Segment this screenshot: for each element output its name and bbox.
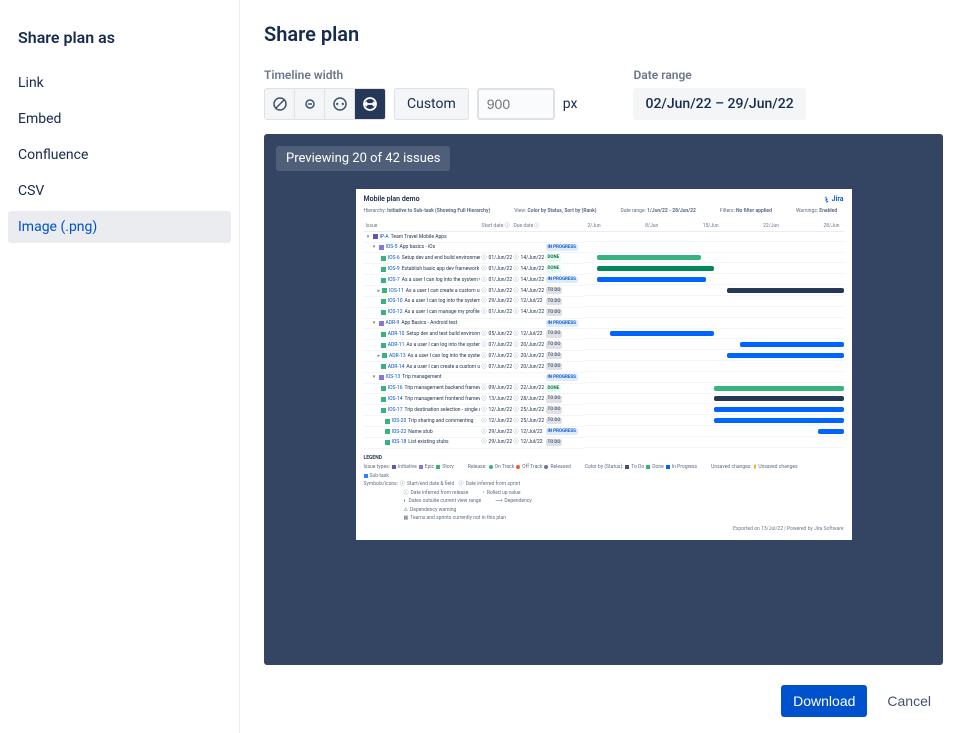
preview-row-summary: IOS-6 Setup dev and end build environmen… [364,253,480,264]
preview-row-summary: ▾ADR-9 App Basics - Android test [364,319,480,330]
preview-row-summary: IOS-14 Trip management frontend framewor… [364,394,480,405]
preview-count-badge: Previewing 20 of 42 issues [276,146,450,171]
timeline-width-group: Timeline width [264,68,577,120]
page-title: Share plan [264,22,943,46]
sidebar-item-embed[interactable]: Embed [8,103,231,135]
sidebar-item-confluence[interactable]: Confluence [8,139,231,171]
width-auto-icon[interactable] [265,89,295,119]
width-large-icon[interactable] [355,89,385,119]
date-range-group: Date range 02/Jun/22 – 29/Jun/22 [633,68,805,120]
preview-image: Mobile plan demo Jira Hierarchy: Initiat… [356,189,852,540]
preview-footer: Exported on 13/Jul/22 | Powered by Jira … [364,526,844,533]
col-timeline: 2/Jun8/Jun15/Jun22/Jun28/Jun [584,221,844,233]
timeline-width-label: Timeline width [264,68,577,82]
preview-row-summary: IOS-20 Trip sharing and commenting [364,416,480,427]
preview-row-summary: ▾IOS-5 App basics - iOs [364,243,480,254]
px-label: px [563,96,578,112]
jira-logo: Jira [823,195,844,204]
preview-row-summary: IOS-10 As a user I can log into the syst… [364,297,480,308]
col-end: Due date ⓘ [512,221,544,233]
preview-row-summary: IOS-17 Trip destination selection - sing… [364,405,480,416]
download-button[interactable]: Download [781,685,867,717]
preview-panel: Previewing 20 of 42 issues Mobile plan d… [264,134,943,665]
sidebar-item-link[interactable]: Link [8,67,231,99]
sidebar-item-image[interactable]: Image (.png) [8,211,231,243]
date-range-picker[interactable]: 02/Jun/22 – 29/Jun/22 [633,88,805,120]
preview-row-summary: ADR-10 Setup dev and test build environm… [364,329,480,340]
preview-legend: LEGEND Issue types: Initiative Epic Stor… [364,455,844,522]
preview-row-summary: ▾IP-A Team Travel Mobile Apps [364,232,480,243]
col-status [544,221,584,233]
sidebar-item-csv[interactable]: CSV [8,175,231,207]
sidebar-title: Share plan as [8,20,231,67]
width-input[interactable] [477,88,555,120]
preview-plan-title: Mobile plan demo [364,195,420,204]
preview-row-summary: ADR-14 As a user I can create a custom u… [364,362,480,373]
date-range-label: Date range [633,68,805,82]
preview-row-summary: ADR-11 As a user I can log into the syst… [364,340,480,351]
main-panel: Share plan Timeline width [240,0,967,733]
preview-row-summary: IOS-12 As a user I can manage my profile [364,308,480,319]
preview-row-summary: ▾IOS-13 Trip management [364,373,480,384]
col-issue: Issue [364,221,480,233]
preview-row-summary: ▸IOS-11 As a user I can create a custom … [364,286,480,297]
width-mode-segment [264,88,386,120]
width-medium-icon[interactable] [325,89,355,119]
preview-row-summary: IOS-22 Name stub [364,427,480,438]
col-start: Start date ⓘ [480,221,512,233]
preview-row-summary: IOS-7 As a user I can log into the syste… [364,275,480,286]
dialog-actions: Download Cancel [264,665,943,717]
preview-row-summary: IOS-9 Establish basic app dev framework [364,264,480,275]
width-custom-button[interactable]: Custom [394,88,469,120]
cancel-button[interactable]: Cancel [875,685,943,717]
preview-row-summary: ▸ADR-13 As a user I can log into the sys… [364,351,480,362]
preview-row-summary: IOS-18 List existing stubs [364,438,480,449]
preview-row-summary: IOS-16 Trip management backend framework [364,384,480,395]
sidebar: Share plan as Link Embed Confluence CSV … [0,0,240,733]
width-small-icon[interactable] [295,89,325,119]
